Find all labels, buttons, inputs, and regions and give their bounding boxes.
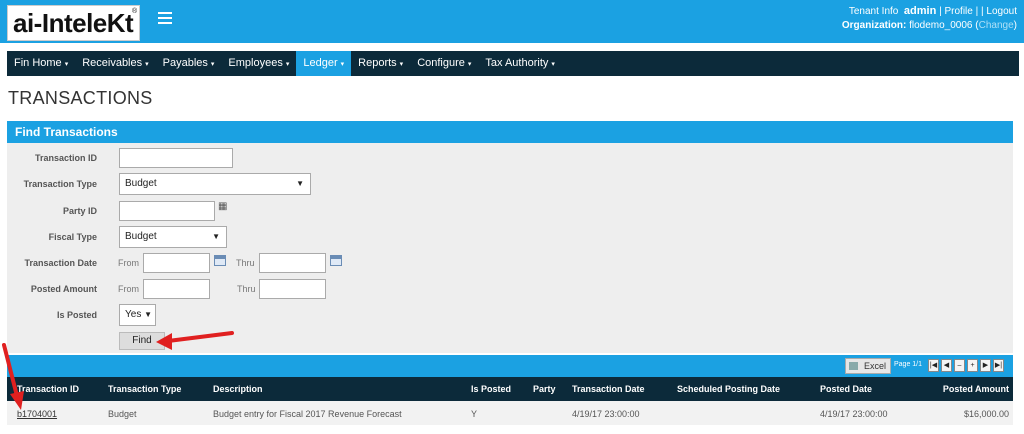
annotation-arrow-find [156, 331, 234, 350]
annotation-arrow-row [2, 343, 24, 410]
page: ai-InteleKt ® Tenant Info admin | Profil… [0, 0, 1024, 434]
annotation-overlay [2, 331, 234, 410]
